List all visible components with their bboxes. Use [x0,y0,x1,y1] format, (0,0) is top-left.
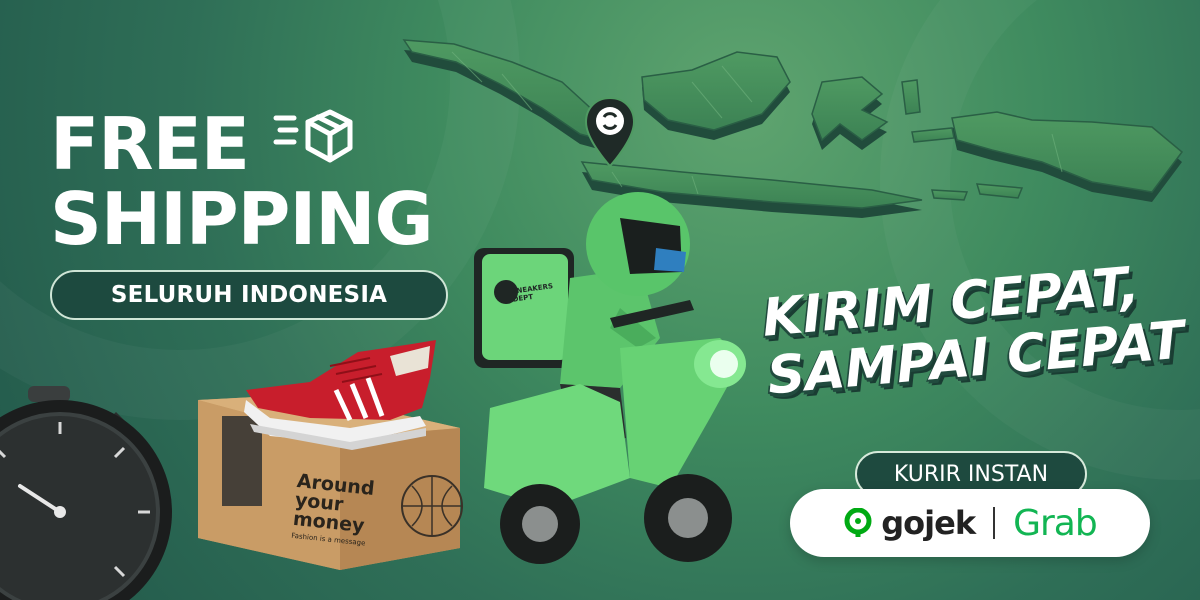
courier-scooter-illustration [474,192,746,564]
headline: FREE SHIPPING [50,102,434,261]
fast-delivery-box-icon [273,109,353,163]
box-brand-label: Around your money Fashion is a message [291,470,376,551]
region-badge: SELURUH INDONESIA [50,270,448,320]
headline-free: FREE [50,102,250,186]
red-sneaker-illustration [244,340,436,450]
grab-wordmark: Grab [1013,502,1098,544]
promo-banner: FREE SHIPPING SELURUH INDONESIA Around y… [0,0,1200,600]
gojek-icon [844,508,872,537]
stopwatch-icon [0,386,172,600]
location-pin-icon [584,96,636,168]
logo-divider [993,507,996,539]
gojek-wordmark: gojek [881,504,976,542]
courier-partners: gojek Grab [790,489,1150,557]
headline-shipping: SHIPPING [50,177,434,261]
gojek-logo: gojek [843,504,976,542]
